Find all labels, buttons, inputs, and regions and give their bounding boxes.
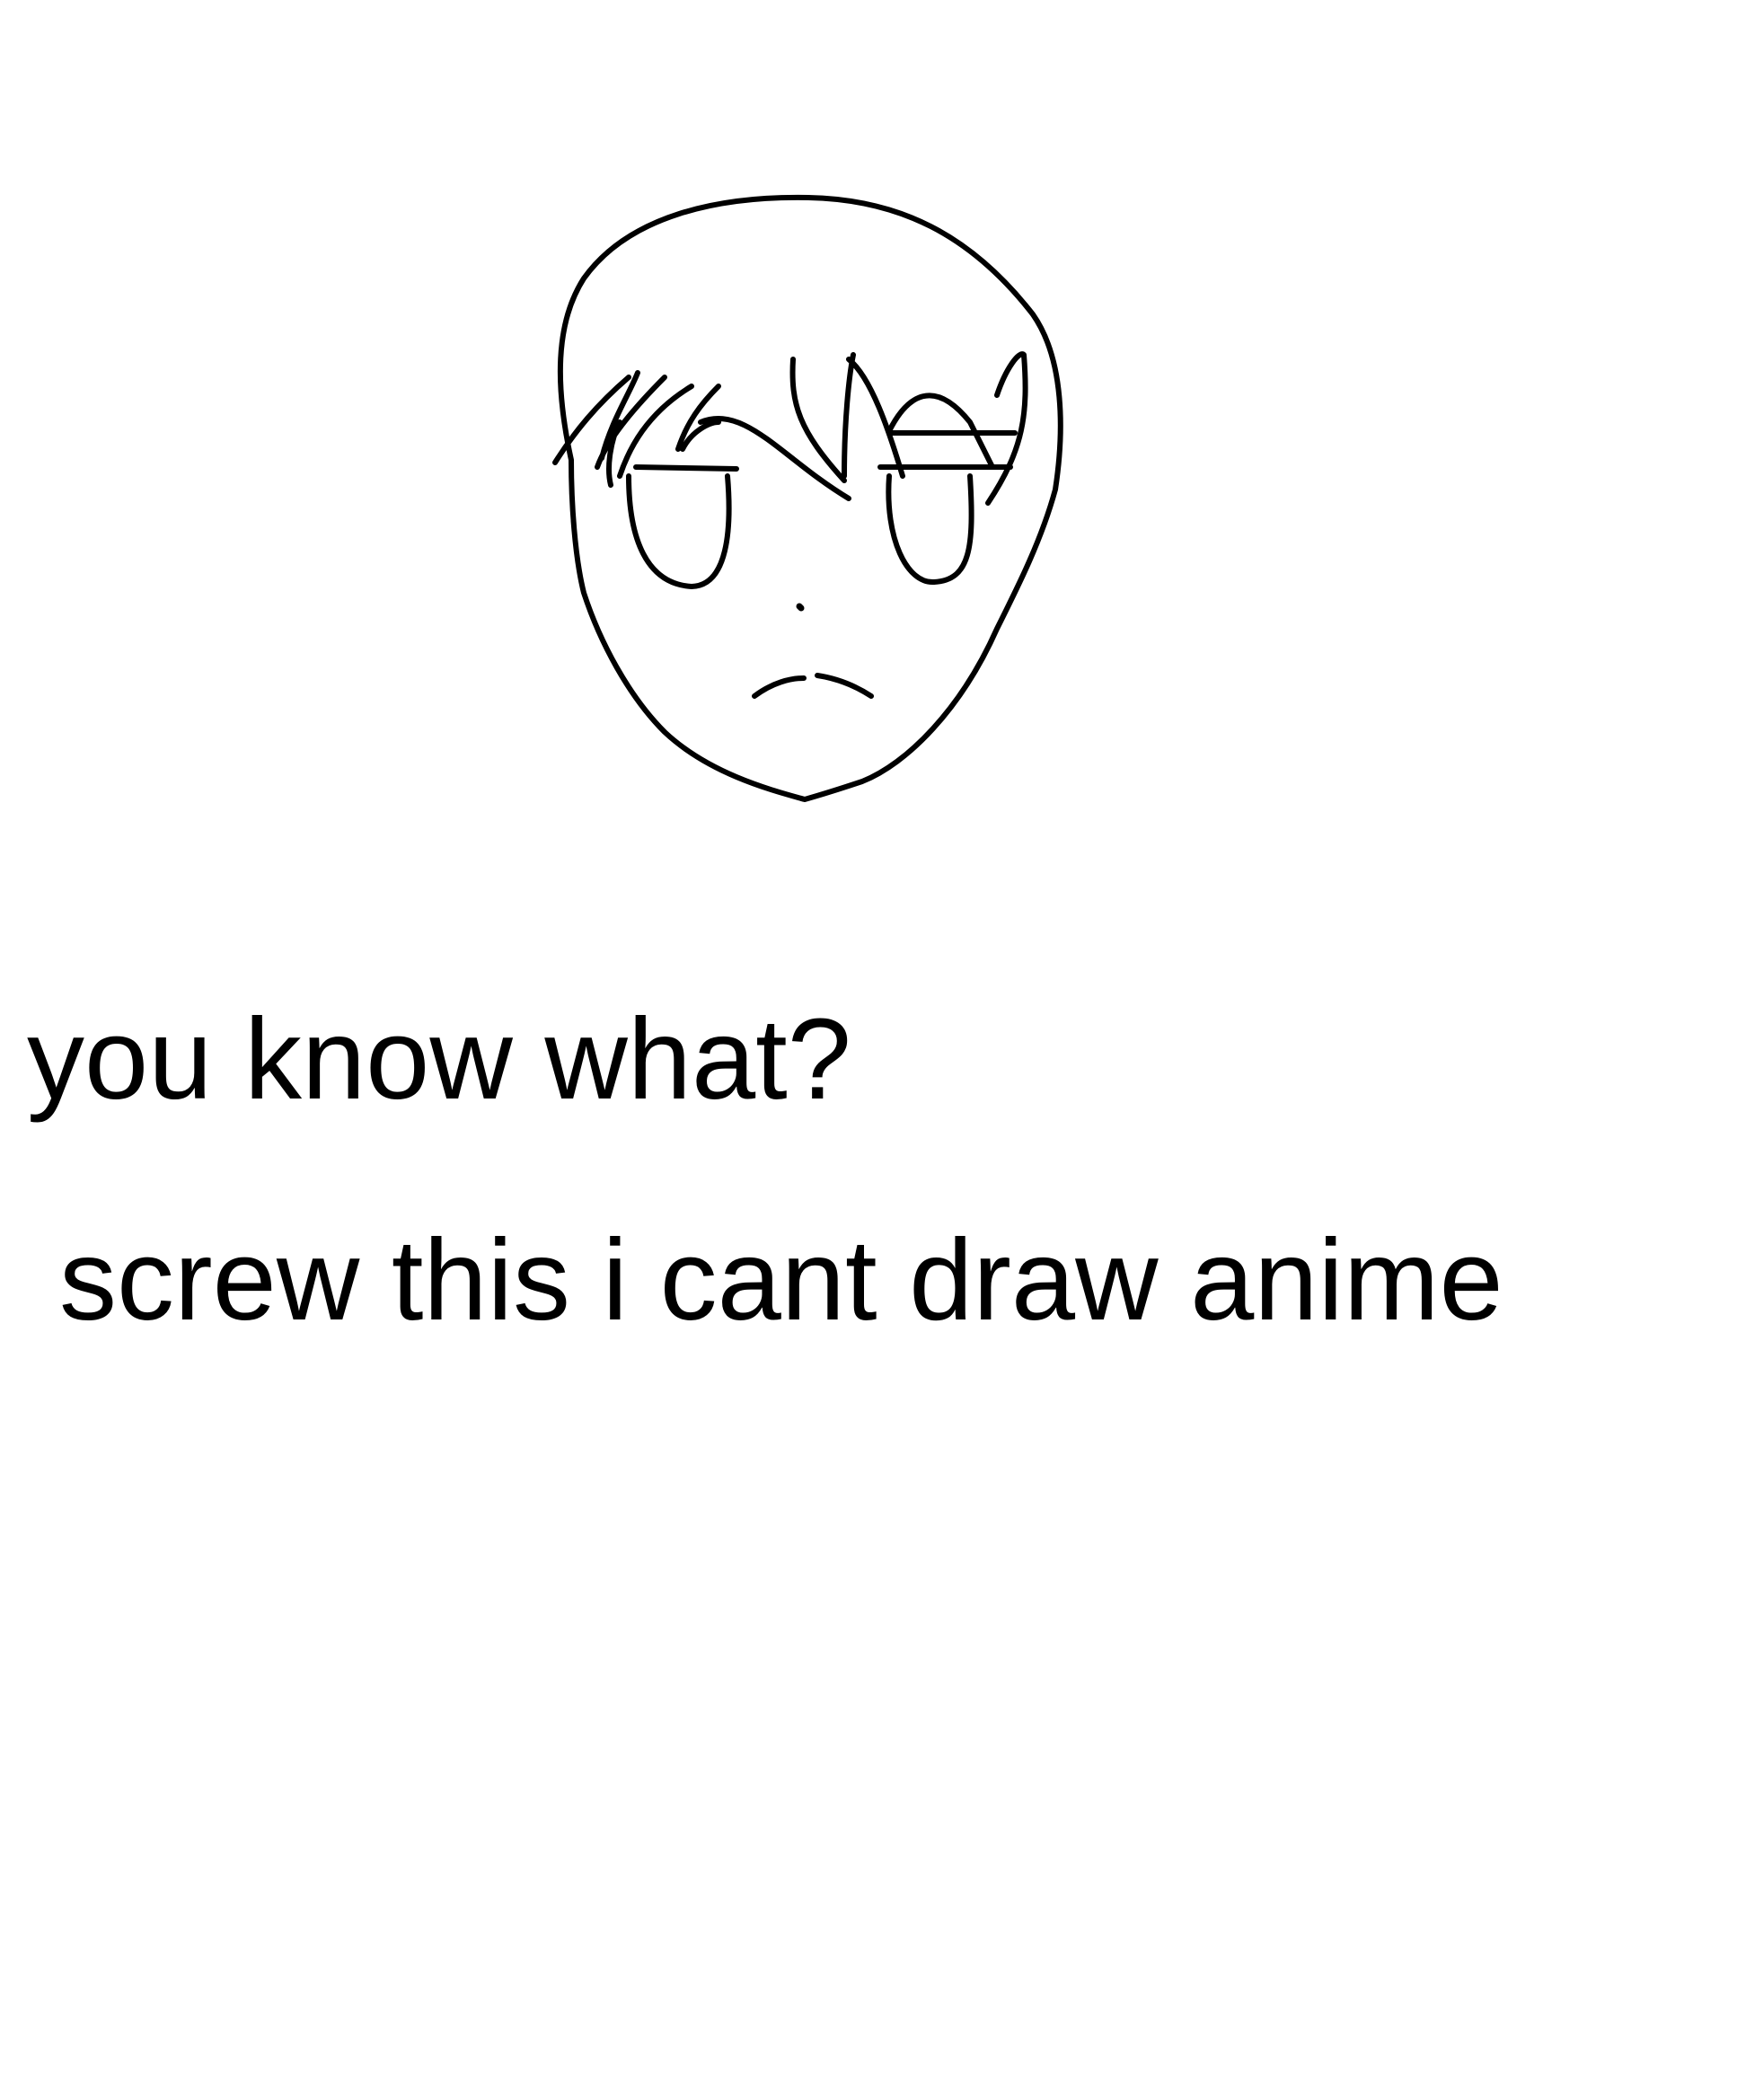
- nose: [796, 603, 805, 612]
- caption-line-1: you know what?: [27, 995, 851, 1124]
- right-eye: [886, 473, 974, 585]
- face-sketch: [552, 194, 1063, 802]
- left-eye: [626, 473, 732, 589]
- mouth: [752, 673, 874, 699]
- caption-line-2: screw this i cant draw anime: [59, 1216, 1503, 1345]
- drawing-canvas: you know what? screw this i cant draw an…: [0, 0, 1737, 2100]
- head-outline: [557, 194, 1063, 802]
- left-brow: [633, 464, 739, 472]
- left-bangs: [552, 370, 851, 501]
- right-bangs: [789, 351, 1028, 506]
